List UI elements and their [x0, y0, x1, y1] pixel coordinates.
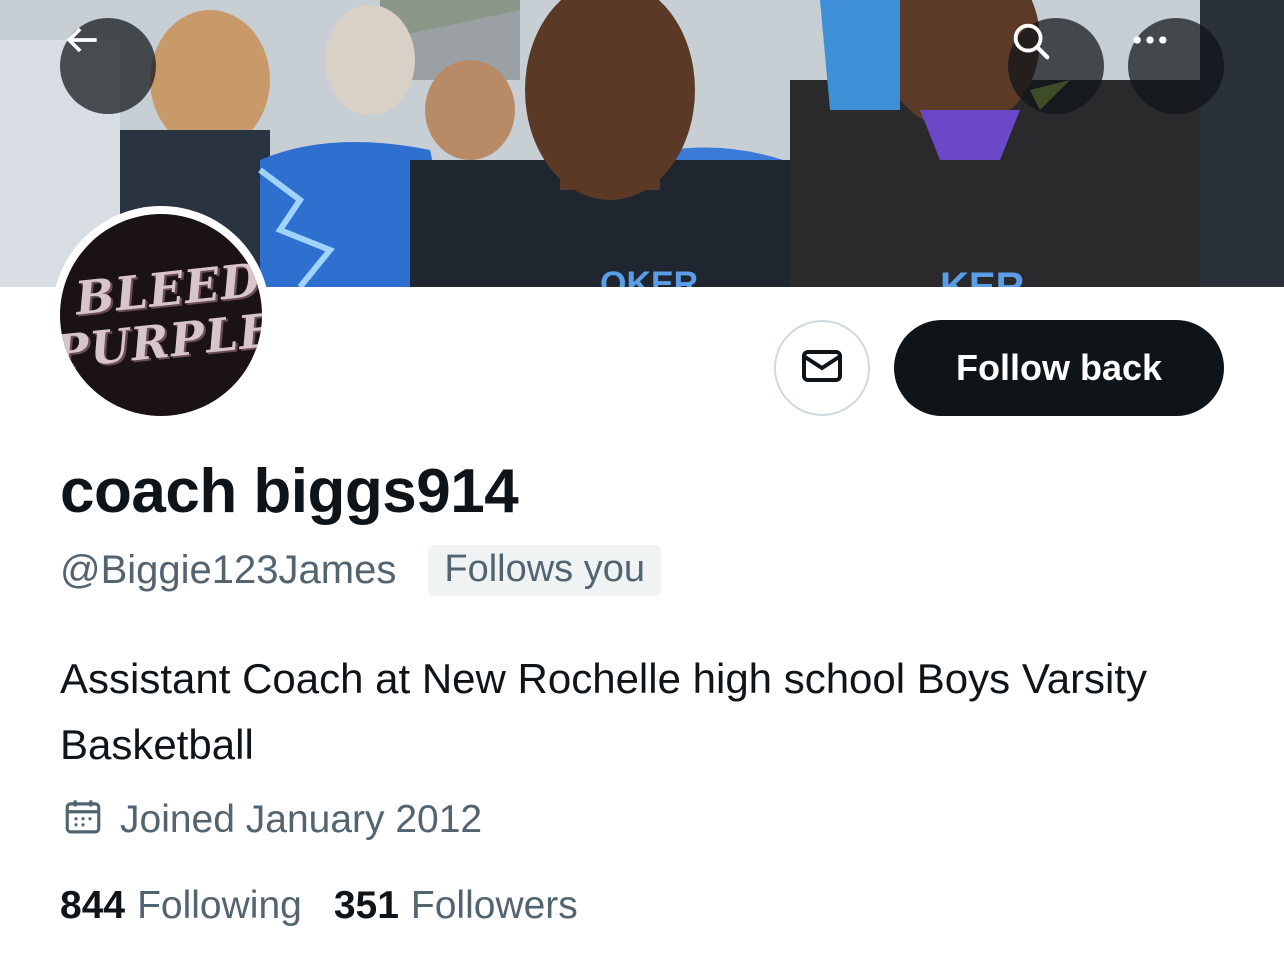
following-count: 844: [60, 884, 126, 927]
following-label: Following: [137, 884, 302, 927]
follow-back-button[interactable]: Follow back: [894, 320, 1224, 416]
follows-you-badge: Follows you: [428, 545, 661, 596]
follow-stats: 844 Following 351 Followers: [60, 884, 578, 928]
following-link[interactable]: 844 Following: [60, 884, 302, 928]
svg-text:OKER: OKER: [600, 265, 698, 287]
handle-row: @Biggie123James Follows you: [60, 545, 661, 596]
profile-avatar[interactable]: BLEED PURPLE: [52, 206, 270, 424]
followers-link[interactable]: 351 Followers: [334, 884, 578, 928]
more-button[interactable]: [1128, 18, 1224, 114]
user-handle: @Biggie123James: [60, 548, 397, 592]
followers-label: Followers: [410, 884, 578, 927]
calendar-icon: [62, 796, 104, 843]
search-button[interactable]: [1008, 18, 1104, 114]
svg-text:KER: KER: [940, 265, 1025, 287]
joined-date: Joined January 2012: [120, 797, 483, 841]
avatar-image: BLEED PURPLE: [60, 214, 262, 416]
profile-bio: Assistant Coach at New Rochelle high sch…: [60, 655, 1148, 768]
display-name: coach biggs914: [60, 457, 519, 526]
message-button[interactable]: [774, 320, 870, 416]
followers-count: 351: [333, 884, 399, 927]
back-button[interactable]: [60, 18, 156, 114]
envelope-icon: [798, 342, 846, 395]
joined-row: Joined January 2012: [62, 796, 482, 843]
